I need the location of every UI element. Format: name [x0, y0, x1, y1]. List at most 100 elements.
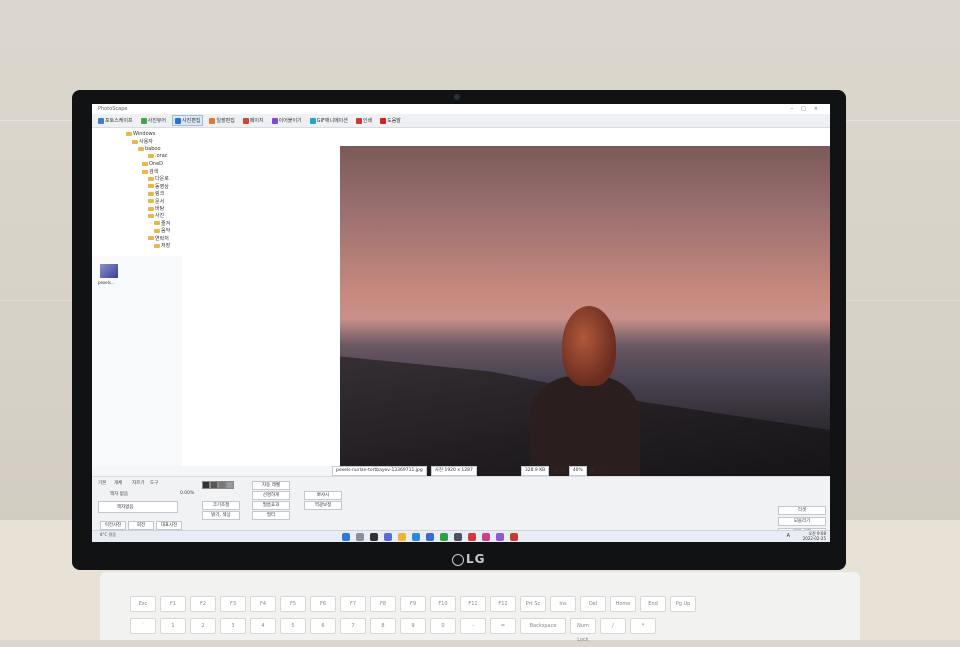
- keyboard-key[interactable]: Prt Sc: [520, 596, 546, 612]
- edge-icon[interactable]: [412, 533, 420, 541]
- tab-crop[interactable]: 자르기: [132, 480, 144, 486]
- tab-tools[interactable]: 도구: [150, 480, 158, 486]
- resize-button[interactable]: 크기조절: [202, 501, 240, 510]
- language-indicator[interactable]: A: [787, 533, 790, 539]
- menu-item[interactable]: 이어붙이기: [270, 116, 304, 125]
- keyboard-key[interactable]: 0: [430, 618, 456, 634]
- tree-item[interactable]: 문서: [148, 198, 164, 205]
- sharpen-button[interactable]: 선명하게: [252, 491, 290, 500]
- photoscape-icon[interactable]: [510, 533, 518, 541]
- tree-item[interactable]: 사용자: [132, 138, 153, 145]
- zoom-in-icon[interactable]: ⊕: [591, 469, 595, 474]
- keyboard-key[interactable]: F11: [460, 596, 486, 612]
- color-swatch[interactable]: [226, 481, 234, 489]
- keyboard-key[interactable]: F5: [280, 596, 306, 612]
- tree-item[interactable]: baboo: [138, 146, 161, 152]
- keyboard-key[interactable]: 2: [190, 618, 216, 634]
- frame-select[interactable]: 액자없음: [98, 501, 178, 513]
- keyboard-key[interactable]: Pg Up: [670, 596, 696, 612]
- keyboard-key[interactable]: F8: [370, 596, 396, 612]
- keyboard-key[interactable]: Ins: [550, 596, 576, 612]
- keyboard-key[interactable]: End: [640, 596, 666, 612]
- tree-item[interactable]: 바탕: [148, 205, 164, 212]
- keyboard-key[interactable]: *: [630, 618, 656, 634]
- app-icon[interactable]: [454, 533, 462, 541]
- tree-item[interactable]: 연락처: [148, 235, 169, 242]
- auto-level-button[interactable]: 자동 레벨: [252, 481, 290, 490]
- prev-photo-button[interactable]: 이전사진: [100, 521, 126, 530]
- file-explorer-icon[interactable]: [398, 533, 406, 541]
- zoom-out-icon[interactable]: ⊖: [553, 469, 557, 474]
- tree-item[interactable]: 사진: [148, 212, 164, 219]
- tree-item[interactable]: 음악: [154, 227, 170, 234]
- menu-item[interactable]: 포토스케이프: [96, 116, 135, 125]
- keyboard-key[interactable]: Num Lock: [570, 618, 596, 643]
- film-effect-button[interactable]: 필름효과: [252, 501, 290, 510]
- tree-item[interactable]: 다운로: [148, 175, 169, 182]
- bloom-button[interactable]: 뽀샤시: [304, 491, 342, 500]
- keyboard-key[interactable]: F1: [160, 596, 186, 612]
- keyboard-key[interactable]: 3: [220, 618, 246, 634]
- app-icon[interactable]: [468, 533, 476, 541]
- keyboard-key[interactable]: F2: [190, 596, 216, 612]
- reset-button[interactable]: 리셋: [778, 506, 826, 515]
- folder-tree[interactable]: Windows 사용자 baboo .orac OneD 검색 다운로 동영상 링크 문서 바탕 사진…: [92, 128, 183, 256]
- tree-item[interactable]: 동영상: [148, 183, 169, 190]
- keyboard-key[interactable]: 4: [250, 618, 276, 634]
- keyboard-key[interactable]: F4: [250, 596, 276, 612]
- thumbnail-image[interactable]: [100, 264, 118, 278]
- tree-item[interactable]: .orac: [148, 153, 168, 159]
- keyboard-key[interactable]: 9: [400, 618, 426, 634]
- color-swatch[interactable]: [202, 481, 210, 489]
- keyboard-key[interactable]: 7: [340, 618, 366, 634]
- keyboard-key[interactable]: F7: [340, 596, 366, 612]
- edited-photo[interactable]: [340, 146, 830, 478]
- tree-item[interactable]: 저장: [154, 242, 170, 249]
- keyboard-key[interactable]: 5: [280, 618, 306, 634]
- keyboard-key[interactable]: F9: [400, 596, 426, 612]
- filter-button[interactable]: 필터: [252, 511, 290, 520]
- info-icon[interactable]: ⓘ: [599, 468, 604, 474]
- keyboard-key[interactable]: -: [460, 618, 486, 634]
- start-icon[interactable]: [342, 533, 350, 541]
- menu-item[interactable]: 페이지: [241, 116, 266, 125]
- taskbar-clock[interactable]: 오전 9:08 2022-02-25: [803, 531, 826, 541]
- tree-item[interactable]: 즐겨: [154, 220, 170, 227]
- zoom-fit-icon[interactable]: ⊡: [561, 469, 565, 474]
- window-controls[interactable]: –□×: [791, 104, 826, 114]
- keyboard-key[interactable]: Home: [610, 596, 636, 612]
- weather-widget[interactable]: 8°C 맑음: [100, 532, 116, 538]
- color-swatch[interactable]: [210, 481, 218, 489]
- keyboard-key[interactable]: /: [600, 618, 626, 634]
- keyboard-key[interactable]: Backspace: [520, 618, 566, 634]
- tree-item[interactable]: 링크: [148, 190, 164, 197]
- keyboard-key[interactable]: F10: [430, 596, 456, 612]
- tab-object[interactable]: 개체: [114, 480, 122, 486]
- app-icon[interactable]: [440, 533, 448, 541]
- keyboard-key[interactable]: 8: [370, 618, 396, 634]
- store-icon[interactable]: [426, 533, 434, 541]
- app-icon[interactable]: [496, 533, 504, 541]
- color-swatch[interactable]: [218, 481, 226, 489]
- menu-item[interactable]: 도움말: [378, 116, 403, 125]
- task-view-icon[interactable]: [370, 533, 378, 541]
- brightness-button[interactable]: 밝기, 색상: [202, 511, 240, 520]
- keyboard-key[interactable]: 1: [160, 618, 186, 634]
- backlight-button[interactable]: 역광보정: [304, 501, 342, 510]
- keyboard-key[interactable]: 6: [310, 618, 336, 634]
- tab-basic[interactable]: 기본: [98, 480, 106, 486]
- tree-item[interactable]: Windows: [126, 131, 155, 137]
- menu-item[interactable]: 사진편집: [172, 115, 204, 126]
- tree-item[interactable]: OneD: [142, 161, 163, 167]
- undo-button[interactable]: 되돌리기: [778, 517, 826, 526]
- menu-item[interactable]: 인쇄: [354, 116, 374, 125]
- rotate-button[interactable]: 회전: [128, 521, 154, 530]
- keyboard-key[interactable]: =: [490, 618, 516, 634]
- menu-item[interactable]: 일괄편집: [207, 116, 236, 125]
- keyboard-key[interactable]: F6: [310, 596, 336, 612]
- search-icon[interactable]: [356, 533, 364, 541]
- app-icon[interactable]: [482, 533, 490, 541]
- tree-item[interactable]: 검색: [142, 168, 158, 175]
- keyboard-key[interactable]: F3: [220, 596, 246, 612]
- next-photo-button[interactable]: 대표사진: [156, 521, 182, 530]
